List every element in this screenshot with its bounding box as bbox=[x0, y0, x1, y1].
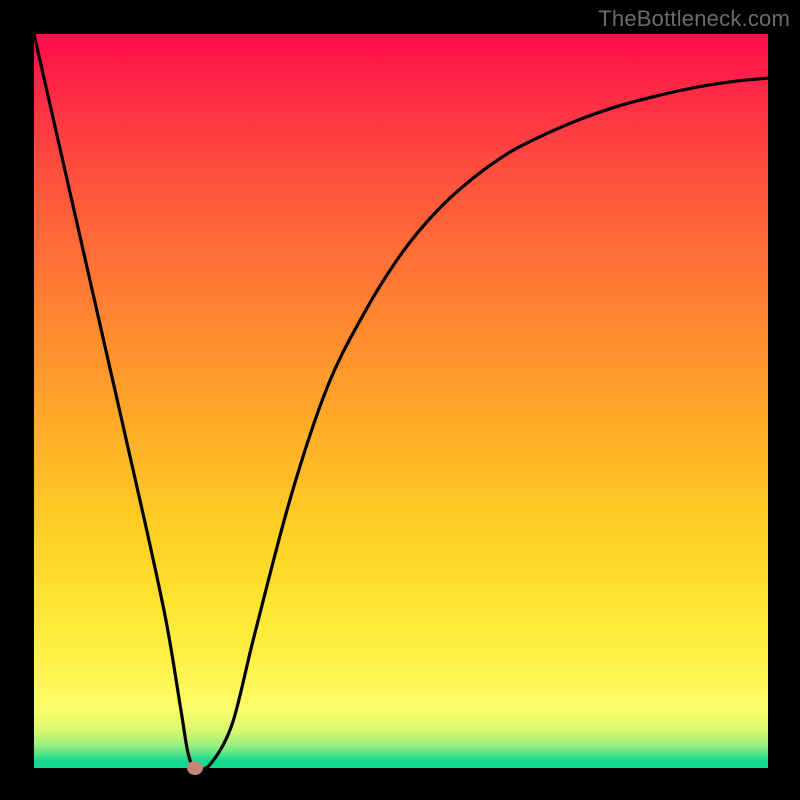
watermark-text: TheBottleneck.com bbox=[598, 6, 790, 32]
plot-area bbox=[34, 34, 768, 768]
curve-svg bbox=[34, 34, 768, 768]
bottleneck-curve-path bbox=[34, 34, 768, 768]
chart-frame: TheBottleneck.com bbox=[0, 0, 800, 800]
bottleneck-point-marker bbox=[187, 761, 203, 775]
